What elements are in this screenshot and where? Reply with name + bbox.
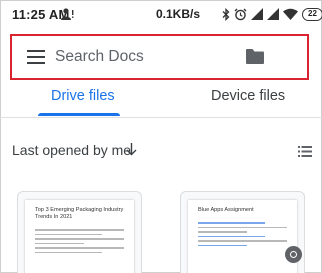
floating-action-button[interactable] (285, 246, 302, 263)
active-tab-indicator (38, 113, 120, 116)
thumbnail-line (198, 244, 247, 246)
menu-icon[interactable] (27, 50, 45, 64)
thumbnail-line (35, 242, 84, 244)
thumbnail-line (198, 235, 265, 237)
document-card[interactable]: Blue Apps Assignment (180, 191, 305, 273)
thumbnail-line (35, 233, 102, 235)
list-view-icon[interactable] (298, 146, 312, 157)
document-card[interactable]: Top 3 Emerging Packaging Industry Trends… (17, 191, 142, 273)
document-thumbnail: Blue Apps Assignment (188, 200, 297, 273)
search-input[interactable]: Search Docs (55, 48, 144, 66)
network-speed: 0.1KB/s (156, 7, 201, 21)
signal-icon-2 (267, 8, 279, 20)
document-title: Top 3 Emerging Packaging Industry Trends… (35, 207, 124, 220)
document-title: Blue Apps Assignment (198, 207, 254, 213)
battery-icon: 22 (302, 7, 322, 21)
document-thumbnail: Top 3 Emerging Packaging Industry Trends… (25, 200, 134, 273)
arrow-down-icon[interactable] (126, 143, 137, 156)
person-icon (61, 8, 74, 20)
status-bar: 11:25 AM 0.1KB/s 22 (0, 0, 322, 28)
status-icons: 22 (222, 6, 322, 22)
thumbnail-line (198, 231, 247, 233)
alarm-icon (234, 8, 247, 20)
thumbnail-line (35, 238, 124, 240)
thumbnail-line (198, 222, 265, 224)
bluetooth-icon (222, 7, 230, 21)
tab-drive-files[interactable]: Drive files (51, 88, 115, 104)
wifi-icon (283, 8, 298, 20)
tab-device-files[interactable]: Device files (211, 88, 285, 104)
folder-icon[interactable] (245, 48, 265, 65)
thumbnail-line (198, 240, 287, 242)
thumbnail-line (35, 229, 124, 231)
thumbnail-line (198, 226, 287, 228)
search-bar[interactable]: Search Docs (10, 34, 309, 80)
thumbnail-line (35, 247, 124, 249)
file-tabs: Drive files Device files (0, 82, 322, 118)
thumbnail-line (35, 251, 102, 253)
signal-icon (251, 8, 263, 20)
sort-label[interactable]: Last opened by me (12, 142, 131, 158)
